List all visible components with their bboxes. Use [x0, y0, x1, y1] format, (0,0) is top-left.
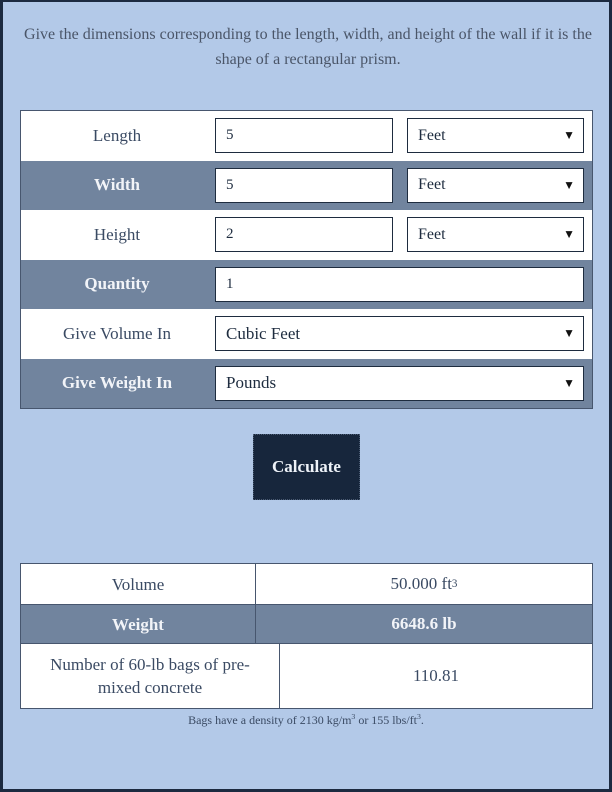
length-unit-select[interactable]: Feet ▼ — [407, 118, 584, 154]
length-input[interactable]: 5 — [215, 118, 393, 154]
calculator-panel: Give the dimensions corresponding to the… — [3, 2, 609, 789]
instructions-text: Give the dimensions corresponding to the… — [24, 26, 592, 68]
volume-result-value: 50.000 ft 3 — [256, 564, 592, 604]
length-unit-value: Feet — [418, 126, 446, 144]
note-text-2: or 155 lbs/ft — [355, 713, 417, 727]
bags-result-value: 110.81 — [412, 666, 460, 685]
weight-result-row: Weight 6648.6 lb — [21, 605, 592, 644]
volume-unit-row: Give Volume In Cubic Feet ▼ — [21, 309, 592, 359]
quantity-row: Quantity 1 — [21, 259, 592, 309]
length-row: Length 5 Feet ▼ — [21, 111, 592, 161]
volume-result-row: Volume 50.000 ft 3 — [21, 564, 592, 605]
quantity-input[interactable]: 1 — [215, 266, 584, 302]
height-row: Height 2 Feet ▼ — [21, 210, 592, 260]
width-unit-value: Feet — [418, 176, 446, 194]
height-label: Height — [93, 224, 141, 244]
bags-result-label: Number of 60-lb bags of pre-mixed concre… — [21, 644, 280, 708]
volume-unit-label: Give Volume In — [63, 323, 171, 343]
volume-unit-value: Cubic Feet — [226, 323, 301, 343]
width-input[interactable]: 5 — [215, 167, 393, 203]
results-table: Volume 50.000 ft 3 Weight 6648.6 lb Numbe… — [20, 563, 593, 709]
weight-unit-label: Give Weight In — [61, 373, 173, 393]
width-label: Width — [94, 175, 140, 195]
height-unit-value: Feet — [418, 225, 446, 243]
volume-unit-select[interactable]: Cubic Feet ▼ — [215, 316, 584, 352]
calculate-button[interactable]: Calculate — [253, 434, 360, 500]
quantity-label: Quantity — [84, 274, 150, 294]
dimensions-form: Length 5 Feet ▼ Width 5 Feet ▼ Height 2 … — [20, 110, 593, 409]
width-unit-select[interactable]: Feet ▼ — [407, 167, 584, 203]
chevron-down-icon: ▼ — [563, 177, 575, 192]
chevron-down-icon: ▼ — [563, 227, 575, 242]
weight-result-value: 6648.6 lb — [391, 614, 457, 633]
density-note: Bags have a density of 2130 kg/m3 or 155… — [3, 712, 609, 728]
chevron-down-icon: ▼ — [563, 326, 575, 341]
height-input[interactable]: 2 — [215, 217, 393, 253]
chevron-down-icon: ▼ — [563, 128, 575, 143]
volume-result-label: Volume — [21, 564, 256, 604]
note-text-1: Bags have a density of 2130 kg/m — [188, 713, 352, 727]
note-text-3: . — [420, 713, 424, 727]
weight-result-label: Weight — [21, 605, 256, 643]
width-row: Width 5 Feet ▼ — [21, 160, 592, 210]
length-label: Length — [92, 125, 142, 145]
weight-unit-select[interactable]: Pounds ▼ — [215, 365, 584, 401]
chevron-down-icon: ▼ — [563, 375, 575, 390]
weight-unit-value: Pounds — [226, 373, 277, 393]
weight-unit-row: Give Weight In Pounds ▼ — [21, 358, 592, 408]
height-unit-select[interactable]: Feet ▼ — [407, 217, 584, 253]
bags-result-row: Number of 60-lb bags of pre-mixed concre… — [21, 644, 592, 708]
volume-exponent: 3 — [451, 578, 458, 590]
volume-value-text: 50.000 ft — [390, 574, 452, 593]
